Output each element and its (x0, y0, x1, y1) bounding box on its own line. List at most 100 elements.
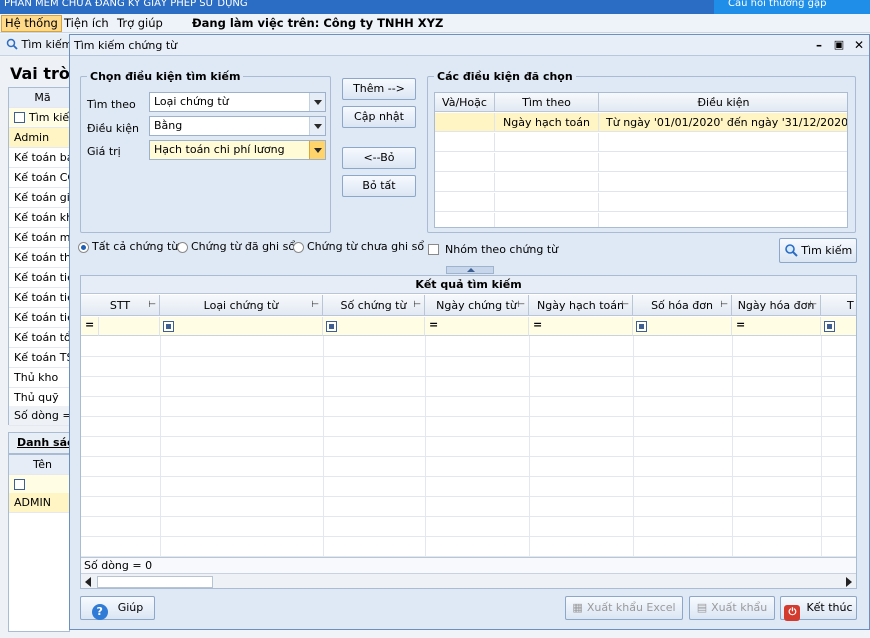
scroll-thumb[interactable] (97, 576, 213, 588)
close-icon[interactable]: ✕ (852, 38, 866, 52)
scroll-left-icon[interactable] (85, 577, 91, 587)
role-row[interactable]: Kế toán mua hàng (9, 228, 71, 248)
value-select[interactable]: Hạch toán chi phí lương (149, 140, 326, 160)
col-condition[interactable]: Điều kiện (599, 93, 847, 112)
remove-all-button[interactable]: Bỏ tất (342, 175, 416, 197)
grid-line (821, 336, 822, 557)
role-row[interactable]: Thủ quỹ (9, 388, 71, 408)
pin-icon[interactable]: ⊢ (720, 295, 728, 315)
filter-voucher-date[interactable]: = (425, 317, 529, 336)
menu-utilities[interactable]: Tiện ích (61, 15, 112, 32)
radio-unposted[interactable] (293, 242, 304, 253)
menu-help[interactable]: Trợ giúp (114, 15, 166, 32)
col-posting-date[interactable]: Ngày hạch toán ⊢ (529, 295, 633, 316)
grid-line (425, 336, 426, 557)
role-row[interactable]: Kế toán giá thành (9, 188, 71, 208)
grid-line (81, 456, 856, 457)
role-row[interactable]: Kế toán TSCĐ (9, 348, 71, 368)
export-label: Xuất khẩu (711, 601, 768, 614)
col-stt[interactable]: STT ⊢ (81, 295, 160, 316)
filter-equals-cell[interactable]: = (81, 317, 99, 336)
grid-line (81, 416, 856, 417)
close-button[interactable]: ⏻ Kết thúc (780, 596, 857, 621)
empty-cell (435, 133, 495, 152)
search-button[interactable]: Tìm kiếm (779, 238, 857, 263)
radio-all[interactable] (78, 242, 89, 253)
dialog-title: Tìm kiếm chứng từ (74, 39, 178, 52)
col-voucher-type[interactable]: Loại chứng từ ⊢ (160, 295, 323, 316)
role-row[interactable]: Kế toán CCDC (9, 168, 71, 188)
filter-invoice-no[interactable] (633, 317, 732, 336)
col-t[interactable]: T (821, 295, 856, 316)
role-row[interactable]: Admin (9, 128, 71, 148)
maximize-icon[interactable]: ▣ (832, 38, 846, 52)
col-posting-date-label: Ngày hạch toán (537, 299, 624, 312)
col-invoice-date[interactable]: Ngày hóa đơn ⊢ (732, 295, 821, 316)
role-filter-row[interactable]: Tìm kiếm (9, 108, 71, 128)
help-button[interactable]: ? Giúp (80, 596, 155, 620)
export-icon: ▤ (696, 601, 708, 614)
pin-icon[interactable]: ⊢ (148, 295, 156, 315)
pin-icon[interactable]: ⊢ (621, 295, 629, 315)
grid-line (81, 356, 856, 357)
filter-stt[interactable] (99, 317, 160, 336)
chevron-down-icon[interactable] (309, 93, 325, 111)
menu-system[interactable]: Hệ thống (1, 15, 62, 32)
work-company-info: Đang làm việc trên: Công ty TNHH XYZ (192, 16, 444, 30)
user-grid: Tên ADMIN (8, 454, 70, 632)
grid-line (732, 336, 733, 557)
filter-icon (636, 321, 647, 332)
role-row[interactable]: Kế toán tiền lương (9, 288, 71, 308)
filter-t[interactable] (821, 317, 856, 336)
update-condition-button[interactable]: Cập nhật (342, 106, 416, 128)
condition-label: Điều kiện (87, 122, 139, 135)
horizontal-scrollbar[interactable] (81, 573, 856, 588)
export-button[interactable]: ▤ Xuất khẩu (689, 596, 775, 620)
faq-button[interactable]: Câu hỏi thường gặp (714, 0, 870, 14)
minimize-icon[interactable]: – (812, 38, 826, 52)
radio-posted[interactable] (177, 242, 188, 253)
pin-icon[interactable]: ⊢ (311, 295, 319, 315)
role-row[interactable]: Kế toán bán hàng (9, 148, 71, 168)
chevron-down-icon[interactable] (309, 141, 325, 159)
search-by-value: Loại chứng từ (154, 95, 229, 108)
col-voucher-date[interactable]: Ngày chứng từ ⊢ (425, 295, 529, 316)
grid-line (81, 516, 856, 517)
search-by-select[interactable]: Loại chứng từ (149, 92, 326, 112)
col-voucher-no[interactable]: Số chứng từ ⊢ (323, 295, 425, 316)
grid-line (633, 336, 634, 557)
role-section-title: Vai trò (10, 64, 70, 83)
group-by-label: Nhóm theo chứng từ (445, 243, 559, 256)
filter-invoice-date[interactable]: = (732, 317, 821, 336)
search-icon (6, 38, 18, 50)
col-andor[interactable]: Và/Hoặc (435, 93, 495, 112)
background-tab[interactable]: Tìm kiếm (0, 34, 70, 56)
role-row[interactable]: Kế toán tiền mặt (9, 308, 71, 328)
pin-icon[interactable]: ⊢ (809, 295, 817, 315)
add-condition-button[interactable]: Thêm --> (342, 78, 416, 100)
pin-icon[interactable]: ⊢ (517, 295, 525, 315)
col-invoice-no[interactable]: Số hóa đơn ⊢ (633, 295, 732, 316)
filter-voucher-type[interactable] (160, 317, 323, 336)
collapse-handle[interactable] (446, 266, 494, 274)
pin-icon[interactable]: ⊢ (413, 295, 421, 315)
export-excel-button[interactable]: ▦ Xuất khẩu Excel (565, 596, 683, 620)
filter-posting-date[interactable]: = (529, 317, 633, 336)
group-by-checkbox[interactable] (428, 244, 439, 255)
remove-condition-button[interactable]: <--Bỏ (342, 147, 416, 169)
role-row[interactable]: Kế toán tổng hợp (9, 328, 71, 348)
role-row[interactable]: Kế toán tiền gửi (9, 268, 71, 288)
user-row[interactable]: ADMIN (9, 493, 69, 513)
results-row-count: Số dòng = 0 (81, 557, 856, 573)
filter-voucher-no[interactable] (323, 317, 425, 336)
col-field[interactable]: Tìm theo (495, 93, 599, 112)
faq-label: Câu hỏi thường gặp (728, 0, 827, 9)
user-filter-row[interactable] (9, 475, 69, 495)
role-row[interactable]: Kế toán thuế (9, 248, 71, 268)
chevron-down-icon[interactable] (309, 117, 325, 135)
scroll-right-icon[interactable] (846, 577, 852, 587)
grid-line (160, 336, 161, 557)
role-row[interactable]: Kế toán kho (9, 208, 71, 228)
condition-select[interactable]: Bằng (149, 116, 326, 136)
role-row[interactable]: Thủ kho (9, 368, 71, 388)
